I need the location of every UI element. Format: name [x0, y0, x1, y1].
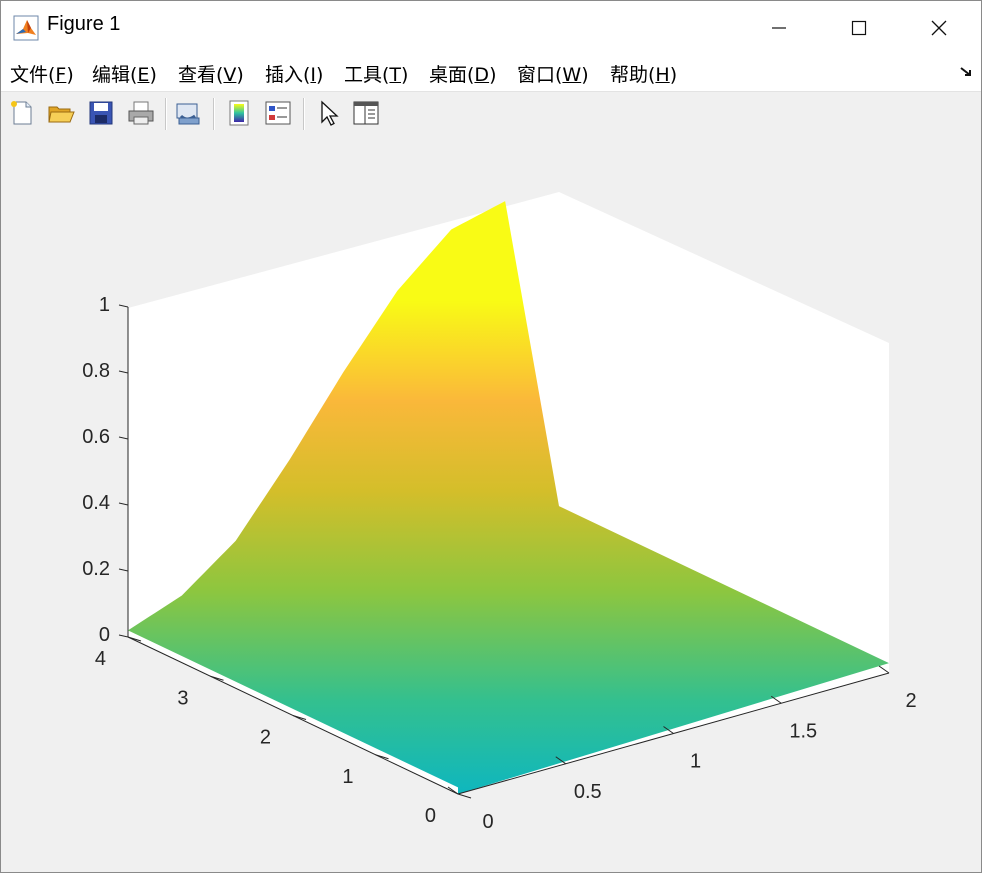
menu-file[interactable]: 文件(F) [10, 60, 74, 87]
maximize-icon [851, 20, 867, 36]
menu-desktop[interactable]: 桌面(D) [429, 60, 496, 87]
x-tick-label: 0.5 [574, 781, 602, 803]
z-tick-mark [118, 634, 129, 638]
dock-arrow-icon[interactable] [959, 65, 975, 79]
menu-insert[interactable]: 插入(I) [265, 60, 323, 87]
figure-window: Figure 1 文件(F) 编辑(E) 查看(V) 插入(I) 工具(T) 桌… [0, 0, 982, 873]
legend-icon[interactable] [263, 98, 293, 128]
z-tick-label: 0 [99, 624, 110, 646]
maximize-button[interactable] [819, 1, 899, 55]
toolbar-separator [165, 98, 167, 130]
z-tick-mark [118, 304, 129, 308]
matlab-logo-icon [13, 15, 39, 41]
z-tick-mark [118, 502, 129, 506]
figure-toolbar [1, 91, 981, 137]
menu-tools[interactable]: 工具(T) [344, 60, 408, 87]
save-icon[interactable] [86, 98, 116, 128]
x-tick-label: 1.5 [789, 720, 817, 742]
surface-plot[interactable]: 00.511.520123400.20.40.60.81 [1, 136, 981, 872]
z-tick-mark [118, 568, 129, 572]
open-file-icon[interactable] [46, 98, 76, 128]
z-tick-label: 0.4 [82, 492, 110, 514]
figure-canvas: 0 0.5 1 1.5 2 0 1 2 3 4 0 0.2 0.4 0.6 0.8 1 [1, 136, 981, 872]
x-tick-label: 1 [690, 751, 701, 773]
z-tick-mark [118, 436, 129, 440]
z-tick-label: 1 [99, 294, 110, 316]
z-tick-label: 0.2 [82, 558, 110, 580]
x-tick-label: 0 [482, 811, 493, 833]
y-tick-label: 3 [177, 687, 188, 709]
menu-bar: 文件(F) 编辑(E) 查看(V) 插入(I) 工具(T) 桌面(D) 窗口(W… [1, 55, 981, 91]
menu-edit[interactable]: 编辑(E) [92, 60, 157, 87]
z-tick-label: 0.6 [82, 426, 110, 448]
y-tick-mark [457, 793, 472, 799]
colorbar-icon[interactable] [224, 98, 254, 128]
y-tick-label: 0 [425, 805, 436, 827]
minimize-icon [772, 27, 786, 29]
title-bar: Figure 1 [1, 1, 981, 55]
x-tick-label: 2 [905, 690, 916, 712]
toolbar-separator [213, 98, 215, 130]
minimize-button[interactable] [739, 1, 819, 55]
window-title: Figure 1 [47, 13, 121, 35]
z-tick-mark [118, 370, 129, 374]
close-button[interactable] [899, 1, 979, 55]
toolbar-separator [303, 98, 305, 130]
y-tick-label: 2 [260, 727, 271, 749]
y-tick-label: 4 [95, 648, 106, 670]
menu-help[interactable]: 帮助(H) [610, 60, 677, 87]
close-icon [931, 20, 947, 36]
y-tick-label: 1 [342, 766, 353, 788]
print-icon[interactable] [126, 98, 156, 128]
property-inspector-icon[interactable] [351, 98, 381, 128]
menu-view[interactable]: 查看(V) [178, 60, 244, 87]
new-figure-icon[interactable] [7, 98, 37, 128]
pointer-icon[interactable] [313, 98, 343, 128]
link-plot-icon[interactable] [173, 98, 203, 128]
z-tick-label: 0.8 [82, 360, 110, 382]
menu-window[interactable]: 窗口(W) [517, 60, 589, 87]
